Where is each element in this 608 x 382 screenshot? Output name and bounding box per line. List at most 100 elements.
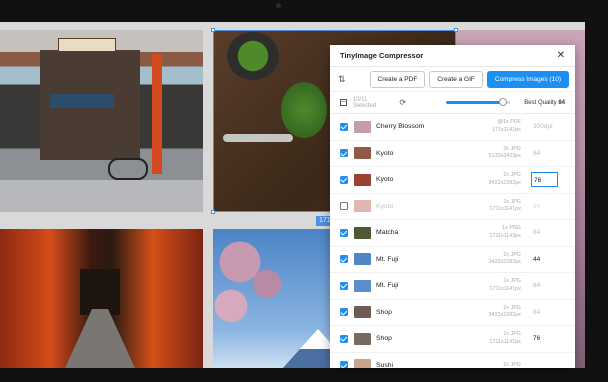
minus-icon[interactable]: –	[340, 98, 347, 106]
row-quality-input[interactable]	[531, 358, 558, 368]
panel-title: TinyImage Compressor	[340, 51, 424, 60]
torii-tunnel	[80, 269, 120, 315]
list-item[interactable]: Cherry Blossom @1x PDF 171x1141px 300dpi	[330, 114, 575, 141]
photo-mt-fuji[interactable]	[213, 229, 333, 368]
matcha-cup	[227, 32, 279, 80]
row-name: Mt. Fuji	[376, 282, 399, 290]
compress-images-button[interactable]: Compress Images (10)	[486, 70, 569, 88]
list-item[interactable]: Sushi 2x JPG	[330, 353, 575, 369]
row-name: Kyoto	[376, 202, 394, 210]
row-quality-input[interactable]: 76	[531, 331, 558, 346]
resize-handle[interactable]	[454, 28, 458, 32]
stone-path	[60, 309, 140, 368]
row-info: 1x JPG 1711x1141px	[466, 331, 521, 346]
slider-knob[interactable]	[499, 98, 508, 106]
row-name: Shop	[376, 308, 392, 316]
shop-sign	[58, 38, 116, 52]
row-dimensions: 3422x2282px	[488, 259, 521, 266]
row-quality-input[interactable]: 84	[531, 146, 558, 161]
street-ground	[0, 180, 203, 212]
row-quality-input[interactable]: 76	[531, 172, 558, 188]
list-item[interactable]: Matcha 1x PNG 1711x1143px 84	[330, 220, 575, 247]
row-dimensions: 3422x2282px	[488, 312, 521, 319]
create-gif-button[interactable]: Create a GIF	[429, 70, 483, 88]
row-multiplier: @1x PDF	[497, 119, 521, 126]
row-info: 2x JPG 3422x2282px	[466, 305, 521, 320]
bezel	[585, 22, 608, 368]
row-info: 1x PNG 1711x1143px	[466, 225, 521, 240]
row-checkbox[interactable]	[340, 175, 348, 184]
panel-toolbar: ⇅ Create a PDF Create a GIF Compress Ima…	[330, 67, 575, 92]
row-thumbnail	[354, 359, 371, 368]
row-multiplier: 2x JPG	[503, 304, 521, 311]
spoon	[223, 134, 293, 142]
row-multiplier: 1x PNG	[502, 225, 521, 232]
row-thumbnail	[354, 253, 371, 266]
list-item[interactable]: Mt. Fuji 1x JPG 1711x1141px 84	[330, 273, 575, 300]
row-info: @1x PDF 171x1141px	[466, 119, 521, 134]
resize-handle[interactable]	[211, 210, 215, 214]
photo-torii-gates[interactable]	[0, 229, 203, 368]
bicycle	[108, 158, 148, 180]
row-name: Matcha	[376, 229, 399, 237]
row-name: Mt. Fuji	[376, 255, 399, 263]
row-checkbox[interactable]	[340, 308, 348, 317]
row-thumbnail	[354, 200, 371, 213]
quality-slider[interactable]	[446, 98, 511, 106]
row-thumbnail	[354, 226, 371, 239]
row-quality-input[interactable]: 44	[531, 252, 558, 267]
row-checkbox[interactable]	[340, 202, 348, 211]
row-checkbox[interactable]	[340, 149, 348, 158]
row-dimensions: 1711x1141px	[489, 206, 521, 213]
selection-bar: – 10/11 Selected ⟳ Best Quality 84	[330, 92, 575, 114]
row-checkbox[interactable]	[340, 255, 348, 264]
refresh-icon[interactable]: ⟳	[399, 98, 406, 107]
quality-readout: Best Quality 84	[524, 100, 565, 106]
row-info: 1x JPG 1711x1141px	[466, 278, 521, 293]
list-item[interactable]: Mt. Fuji 2x JPG 3422x2282px 44	[330, 247, 575, 273]
row-checkbox[interactable]	[340, 281, 348, 290]
row-name: Shop	[376, 335, 392, 343]
panel-titlebar: TinyImage Compressor ✕	[330, 45, 575, 67]
row-quality-input[interactable]: 84	[531, 278, 558, 293]
row-thumbnail	[354, 147, 371, 160]
row-quality-input[interactable]: 84	[531, 199, 558, 214]
row-name: Cherry Blossom	[376, 123, 425, 131]
shop-noren	[50, 94, 114, 108]
row-info: 1x JPG 1711x1141px	[466, 199, 521, 214]
blossom-branches	[213, 229, 303, 339]
photo-kyoto-street[interactable]	[0, 30, 203, 212]
list-item[interactable]: Shop 1x JPG 1711x1141px 76	[330, 326, 575, 353]
row-checkbox[interactable]	[340, 361, 348, 368]
row-quality-input[interactable]: 300dpi	[531, 119, 558, 134]
row-multiplier: 1x JPG	[503, 331, 521, 338]
list-item[interactable]: Kyoto 3x JPG 5133x3423px 84	[330, 141, 575, 167]
row-checkbox[interactable]	[340, 334, 348, 343]
sliders-icon[interactable]: ⇅	[338, 74, 346, 85]
row-thumbnail	[354, 120, 371, 133]
row-multiplier: 1x JPG	[503, 278, 521, 285]
resize-handle[interactable]	[211, 28, 215, 32]
row-name: Kyoto	[376, 176, 394, 184]
list-item[interactable]: Kyoto 1x JPG 1711x1141px 84	[330, 194, 575, 220]
row-dimensions: 1711x1143px	[489, 232, 521, 239]
row-multiplier: 2x JPG	[503, 361, 521, 368]
plant-leaves	[281, 82, 327, 138]
row-dimensions: 5133x3423px	[488, 153, 521, 160]
close-icon[interactable]: ✕	[557, 50, 565, 61]
row-name: Sushi	[376, 361, 394, 368]
row-multiplier: 3x JPG	[503, 145, 521, 152]
row-checkbox[interactable]	[340, 228, 348, 237]
row-checkbox[interactable]	[340, 122, 348, 131]
row-quality-input[interactable]: 84	[531, 305, 558, 320]
row-thumbnail	[354, 306, 371, 319]
list-item[interactable]: Kyoto 2x JPG 3422x2282px 76	[330, 167, 575, 194]
row-info: 2x JPG 3422x2282px	[466, 252, 521, 267]
row-dimensions: 3422x2282px	[488, 179, 521, 186]
red-pole	[152, 54, 162, 174]
row-quality-input[interactable]: 84	[531, 225, 558, 240]
create-pdf-button[interactable]: Create a PDF	[369, 70, 426, 88]
row-info: 2x JPG 3422x2282px	[466, 172, 521, 187]
list-item[interactable]: Shop 2x JPG 3422x2282px 84	[330, 300, 575, 326]
row-info: 2x JPG	[466, 362, 521, 369]
